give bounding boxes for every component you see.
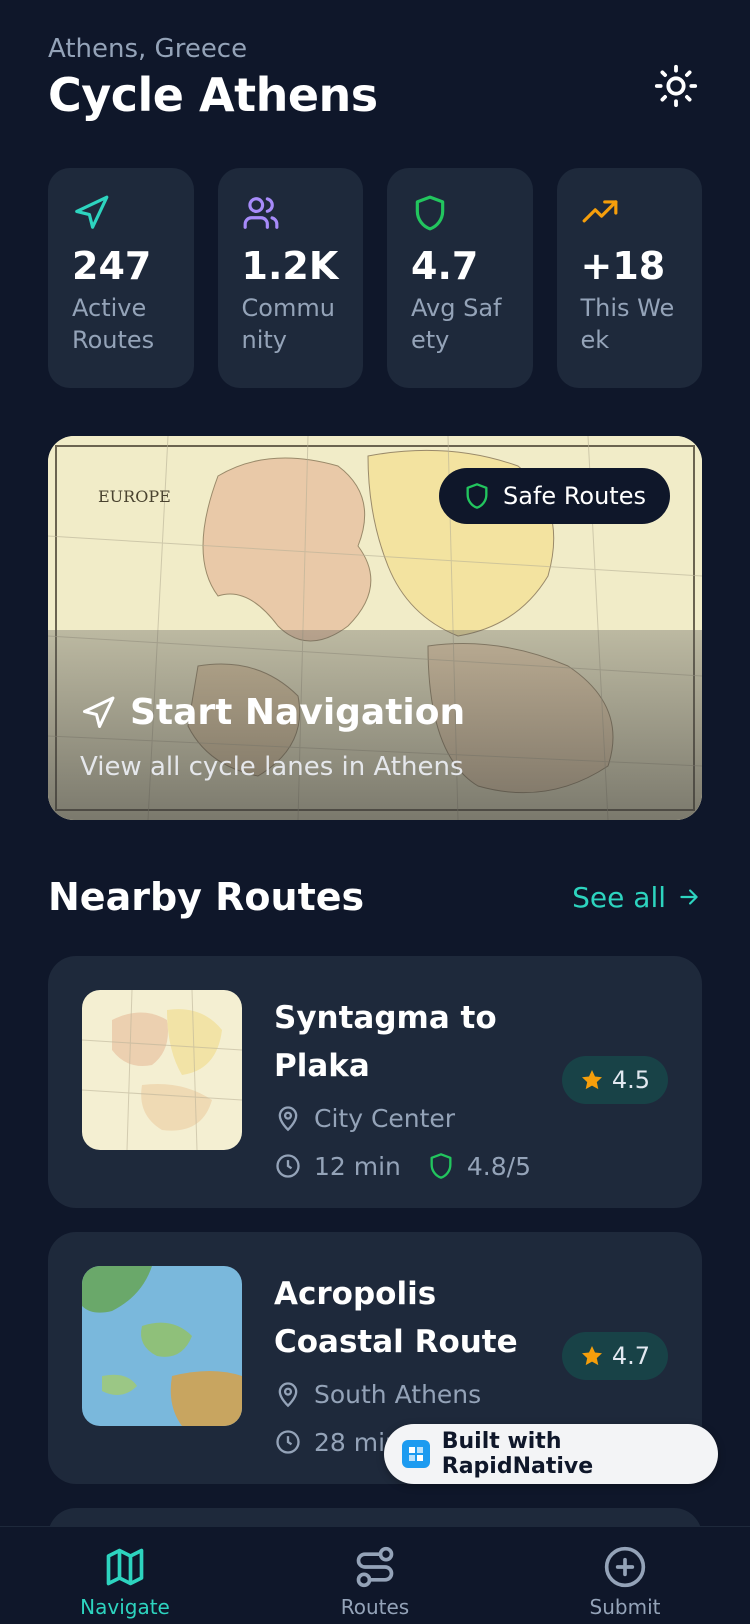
stat-card-community: 1.2K Community [217, 168, 363, 388]
rating-badge: 4.7 [561, 1332, 668, 1380]
safe-routes-label: Safe Routes [503, 482, 646, 510]
safe-routes-badge: Safe Routes [439, 468, 670, 524]
tab-label: Routes [340, 1595, 410, 1619]
header: Athens, Greece Cycle Athens [48, 34, 702, 134]
rating-value: 4.7 [611, 1342, 650, 1370]
route-area-row: South Athens [274, 1374, 554, 1414]
see-all-link[interactable]: See all [572, 881, 702, 914]
map-label: EUROPE [98, 487, 171, 506]
section-title: Nearby Routes [48, 875, 365, 919]
route-name: Acropolis Coastal Route [274, 1276, 518, 1360]
stat-card-week: +18 This Week [556, 168, 702, 388]
map-pin-icon [278, 1106, 298, 1132]
route-area: City Center [314, 1103, 456, 1133]
plus-circle-icon [604, 1546, 646, 1588]
sun-icon [654, 64, 698, 108]
stat-value: +18 [580, 244, 666, 288]
route-thumbnail [82, 990, 242, 1150]
tab-navigate[interactable]: Navigate [25, 1527, 225, 1624]
tab-submit[interactable]: Submit [525, 1527, 725, 1624]
route-area: South Athens [314, 1379, 482, 1409]
start-navigation-label: Start Navigation [130, 692, 466, 733]
rapidnative-logo-icon [402, 1440, 430, 1468]
navigation-icon [83, 696, 115, 728]
map-pin-icon [278, 1382, 298, 1408]
route-info: Syntagma to Plaka City Center 12 min 4.8… [274, 994, 554, 1186]
rating-value: 4.5 [611, 1066, 650, 1094]
page-title: Cycle Athens [48, 68, 378, 122]
location-label: Athens, Greece [48, 34, 248, 64]
nearby-routes-header: Nearby Routes See all [48, 872, 702, 922]
star-icon [581, 1346, 602, 1366]
route-meta-row: 12 min 4.8/5 [274, 1146, 554, 1186]
route-name: Syntagma to Plaka [274, 1000, 497, 1084]
route-card[interactable]: Syntagma to Plaka City Center 12 min 4.8… [48, 956, 702, 1208]
route-thumbnail [82, 1266, 242, 1426]
shield-icon [415, 195, 445, 231]
tab-label: Navigate [80, 1595, 170, 1619]
users-icon [243, 197, 278, 229]
stat-value: 247 [72, 244, 152, 288]
stat-label: Active Routes [72, 294, 155, 354]
stat-label: Community [241, 294, 335, 354]
tab-label: Submit [589, 1595, 661, 1619]
route-safety: 4.8/5 [466, 1151, 531, 1181]
star-icon [581, 1070, 602, 1090]
shield-icon [430, 1153, 452, 1179]
rating-badge: 4.5 [561, 1056, 668, 1104]
bottom-tab-bar: Navigate Routes Submit [0, 1526, 750, 1624]
tab-routes[interactable]: Routes [275, 1527, 475, 1624]
stat-value: 1.2K [241, 244, 339, 288]
see-all-label: See all [572, 880, 666, 914]
map-icon [106, 1548, 144, 1586]
clock-icon [276, 1154, 300, 1178]
theme-toggle-button[interactable] [650, 60, 702, 112]
route-time: 12 min [314, 1151, 401, 1181]
start-navigation-title: Start Navigation [80, 692, 465, 733]
stat-value: 4.7 [411, 244, 479, 288]
trending-up-icon [582, 200, 617, 223]
stat-card-routes: 247 Active Routes [48, 168, 194, 388]
start-navigation-card[interactable]: EUROPE Safe Routes Start Navigation View… [48, 436, 702, 820]
shield-icon [466, 483, 488, 509]
route-icon [356, 1546, 394, 1588]
navigation-icon [75, 195, 109, 229]
stat-label: Avg Safety [411, 294, 502, 354]
stats-row: 247 Active Routes 1.2K Community 4.7 Avg… [48, 168, 702, 388]
clock-icon [276, 1430, 300, 1454]
stat-card-safety: 4.7 Avg Safety [387, 168, 533, 388]
built-with-badge[interactable]: Built with RapidNative [384, 1424, 718, 1484]
route-area-row: City Center [274, 1098, 554, 1138]
stat-label: This Week [580, 294, 675, 354]
arrow-right-icon [680, 889, 698, 905]
built-with-label: Built with RapidNative [441, 1429, 594, 1479]
start-navigation-subtitle: View all cycle lanes in Athens [80, 752, 464, 782]
